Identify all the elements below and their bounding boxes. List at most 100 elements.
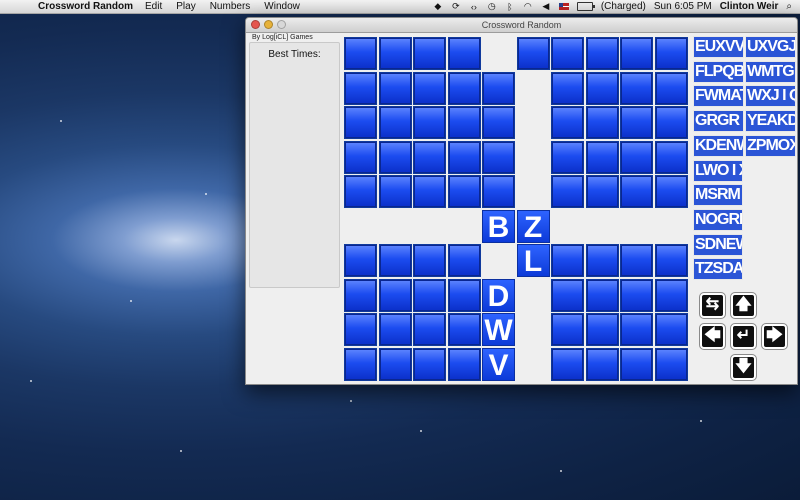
grid-tile[interactable] <box>654 106 688 139</box>
input-source-flag-icon[interactable] <box>558 3 569 10</box>
grid-tile[interactable] <box>482 71 515 105</box>
bluetooth-icon[interactable]: ᛒ <box>505 2 515 12</box>
grid-tile[interactable] <box>620 106 653 139</box>
word-entry[interactable]: WMTG I <box>745 60 796 83</box>
grid-tile[interactable] <box>378 278 412 312</box>
grid-letter-cell[interactable]: L <box>516 244 550 278</box>
dropbox-icon[interactable]: ◆ <box>433 1 443 12</box>
enter-button[interactable]: ↵ <box>730 323 757 350</box>
word-entry[interactable]: KDENW <box>693 134 744 157</box>
grid-tile[interactable] <box>413 278 446 312</box>
word-entry[interactable]: GRGR I <box>693 110 744 133</box>
grid-tile[interactable] <box>551 244 584 277</box>
grid-tile[interactable] <box>447 347 481 381</box>
grid-tile[interactable] <box>654 244 688 277</box>
window-zoom-button[interactable] <box>277 20 286 29</box>
grid-tile[interactable] <box>585 71 619 105</box>
grid-tile[interactable] <box>620 244 653 277</box>
menu-clock[interactable]: Sun 6:05 PM <box>654 1 712 12</box>
menu-play[interactable]: Play <box>176 1 195 12</box>
grid-tile[interactable] <box>551 313 584 346</box>
grid-tile[interactable] <box>585 347 619 381</box>
grid-tile[interactable] <box>585 140 619 174</box>
word-entry[interactable]: FWMAT <box>693 85 744 108</box>
swap-direction-button[interactable]: ⇆ <box>699 292 726 319</box>
word-entry[interactable]: LWO I X <box>693 159 743 182</box>
grid-tile[interactable] <box>344 244 377 277</box>
left-arrow-button[interactable]: 🡄 <box>699 323 726 350</box>
grid-tile[interactable] <box>413 175 446 208</box>
grid-tile[interactable] <box>482 106 515 139</box>
grid-tile[interactable] <box>551 37 584 70</box>
spotlight-search-icon[interactable]: ⌕ <box>786 1 792 12</box>
grid-tile[interactable] <box>620 37 653 70</box>
grid-tile[interactable] <box>654 37 688 70</box>
grid-letter-cell[interactable]: D <box>482 278 515 313</box>
grid-tile[interactable] <box>585 278 619 312</box>
window-close-button[interactable] <box>251 20 260 29</box>
grid-tile[interactable] <box>482 175 515 208</box>
grid-tile[interactable] <box>447 244 481 277</box>
grid-tile[interactable] <box>344 140 377 174</box>
grid-tile[interactable] <box>551 278 584 312</box>
menu-numbers[interactable]: Numbers <box>210 1 251 12</box>
down-arrow-button[interactable]: 🡇 <box>730 354 757 381</box>
grid-tile[interactable] <box>447 175 481 208</box>
grid-tile[interactable] <box>516 37 550 70</box>
word-entry[interactable]: WXJ I Q <box>745 85 796 108</box>
grid-tile[interactable] <box>447 278 481 312</box>
grid-tile[interactable] <box>413 140 446 174</box>
grid-tile[interactable] <box>344 37 377 70</box>
grid-tile[interactable] <box>585 244 619 277</box>
grid-tile[interactable] <box>447 140 481 174</box>
wifi-icon[interactable]: ◠ <box>523 1 533 12</box>
grid-letter-cell[interactable]: Z <box>516 209 550 244</box>
volume-icon[interactable]: ◀ <box>541 1 551 12</box>
menu-edit[interactable]: Edit <box>145 1 162 12</box>
word-entry[interactable]: YEAKD <box>745 110 796 133</box>
grid-tile[interactable] <box>378 313 412 346</box>
grid-tile[interactable] <box>378 106 412 139</box>
word-entry[interactable]: NOGRP <box>693 208 743 231</box>
up-arrow-button[interactable]: 🡅 <box>730 292 757 319</box>
time-machine-icon[interactable]: ◷ <box>487 1 497 12</box>
word-entry[interactable]: MSRM I <box>693 184 743 207</box>
code-icon[interactable]: ‹› <box>469 2 479 12</box>
grid-tile[interactable] <box>585 37 619 70</box>
window-titlebar[interactable]: Crossword Random <box>246 18 797 33</box>
word-entry[interactable]: UXVGJ <box>745 36 796 58</box>
grid-tile[interactable] <box>620 71 653 105</box>
grid-letter-cell[interactable]: V <box>482 347 515 382</box>
grid-letter-cell[interactable]: W <box>482 313 515 347</box>
grid-tile[interactable] <box>447 71 481 105</box>
grid-tile[interactable] <box>378 175 412 208</box>
grid-tile[interactable] <box>585 313 619 346</box>
grid-tile[interactable] <box>378 37 412 70</box>
grid-tile[interactable] <box>482 140 515 174</box>
grid-tile[interactable] <box>654 140 688 174</box>
word-entry[interactable]: SDNEW <box>693 233 743 256</box>
grid-tile[interactable] <box>654 71 688 105</box>
menu-window[interactable]: Window <box>264 1 300 12</box>
sync-icon[interactable]: ⟳ <box>451 1 461 12</box>
grid-tile[interactable] <box>413 71 446 105</box>
menu-app-name[interactable]: Crossword Random <box>38 1 133 12</box>
grid-tile[interactable] <box>344 313 377 346</box>
word-entry[interactable]: ZPMOX <box>745 134 796 157</box>
window-minimize-button[interactable] <box>264 20 273 29</box>
grid-tile[interactable] <box>551 175 584 208</box>
grid-tile[interactable] <box>344 106 377 139</box>
grid-tile[interactable] <box>344 347 377 381</box>
grid-tile[interactable] <box>344 278 377 312</box>
grid-tile[interactable] <box>654 313 688 346</box>
menu-user[interactable]: Clinton Weir <box>720 1 779 12</box>
battery-icon[interactable] <box>576 2 595 11</box>
grid-tile[interactable] <box>413 106 446 139</box>
word-entry[interactable]: EUXVV <box>693 36 744 58</box>
grid-tile[interactable] <box>620 140 653 174</box>
grid-tile[interactable] <box>413 313 446 346</box>
grid-tile[interactable] <box>620 313 653 346</box>
word-entry[interactable]: FLPQB <box>693 60 744 83</box>
grid-tile[interactable] <box>551 71 584 105</box>
grid-tile[interactable] <box>413 244 446 277</box>
